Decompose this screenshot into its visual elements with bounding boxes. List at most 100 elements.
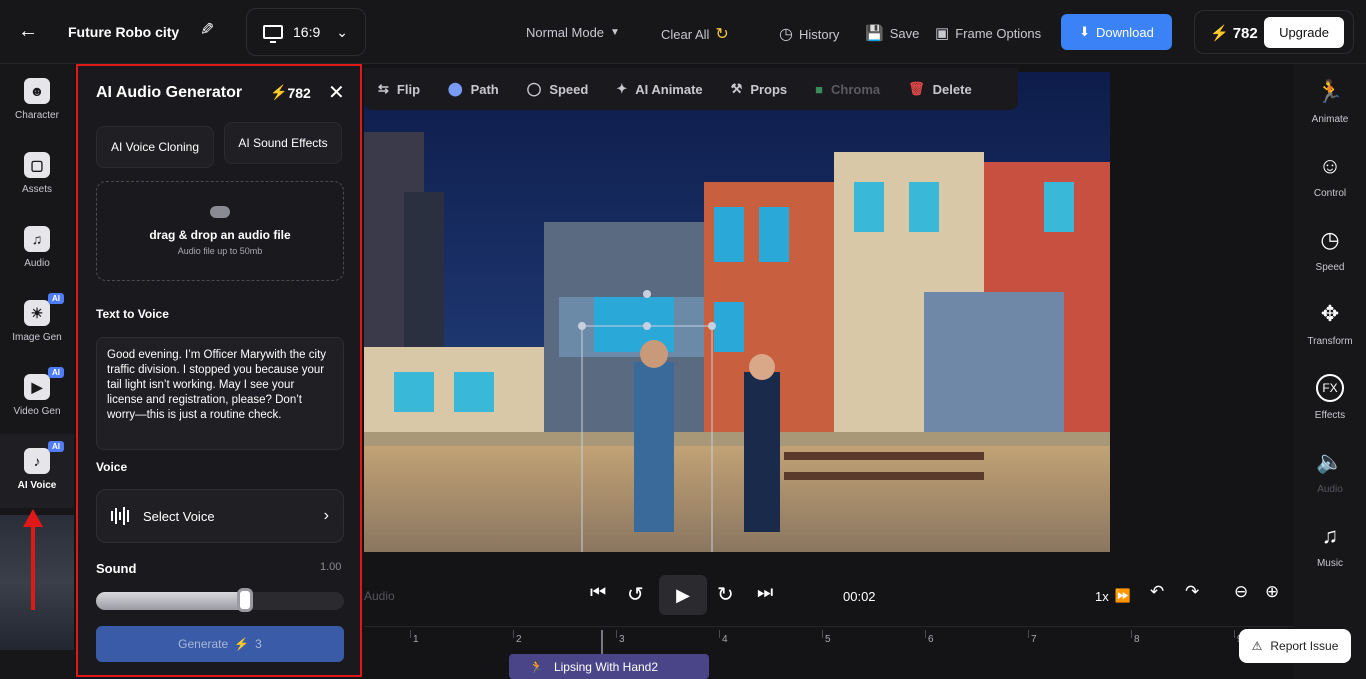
delete-button[interactable]: 🗑 Delete <box>894 68 986 110</box>
save-label: Save <box>889 25 920 41</box>
speed-value: 1x <box>1095 588 1109 604</box>
ai-animate-button[interactable]: ✦ AI Animate <box>602 68 716 110</box>
sound-value: 1.00 <box>320 561 342 573</box>
right-sidebar-label: Animate <box>1311 114 1349 125</box>
play-button[interactable]: ▶ <box>659 575 707 615</box>
chroma-icon: ■ <box>815 81 824 97</box>
history-icon: ◷ <box>779 26 793 43</box>
right-sidebar-label: Speed <box>1315 262 1345 273</box>
lightning-icon: ⚡ <box>234 637 250 651</box>
flip-label: Flip <box>396 81 421 97</box>
history-button[interactable]: ◷ History <box>779 24 839 44</box>
right-sidebar-label: Control <box>1313 188 1347 199</box>
close-icon[interactable]: ✕ <box>328 80 345 105</box>
running-figure-icon: 🏃 <box>1316 79 1344 104</box>
speed-button[interactable]: ◯ Speed <box>513 68 603 110</box>
credits-display: ⚡ 782 <box>1210 24 1258 43</box>
zoom-out-icon[interactable]: ⊖ <box>1234 582 1248 602</box>
upgrade-button[interactable]: Upgrade <box>1264 17 1344 48</box>
ai-badge: AI <box>48 367 64 378</box>
timeline-tick-mark <box>1234 630 1235 638</box>
right-sidebar-transform[interactable]: ✥ Transform <box>1294 300 1366 347</box>
clear-all-button[interactable]: Clear All ↻ <box>661 24 729 44</box>
sound-slider-track[interactable] <box>96 592 344 610</box>
ai-animate-icon: ✦ <box>616 81 628 96</box>
save-button[interactable]: 💾 Save <box>865 24 919 42</box>
undo-icon[interactable]: ↶ <box>1150 582 1164 602</box>
trash-icon: 🗑 <box>908 81 925 96</box>
right-sidebar-music[interactable]: ♫ Music <box>1294 522 1366 569</box>
time-display: 00:02 <box>843 589 876 604</box>
skip-end-icon[interactable]: ⏭ <box>757 582 773 603</box>
timeline-tick-mark <box>513 630 514 638</box>
download-button[interactable]: ⬇ Download <box>1061 14 1172 50</box>
edit-pencil-icon[interactable]: ✎ <box>200 20 214 40</box>
image-gen-icon: ☀ AI <box>24 293 64 326</box>
right-sidebar-label: Audio <box>1317 484 1343 495</box>
annotation-arrow-shaft <box>31 520 35 610</box>
sidebar-item-label: Assets <box>21 184 52 195</box>
tab-voice-cloning[interactable]: AI Voice Cloning <box>96 126 214 168</box>
audio-dropzone[interactable]: drag & drop an audio file Audio file up … <box>96 181 344 281</box>
path-button[interactable]: ⬤ Path <box>434 68 513 110</box>
playback-speed[interactable]: 1x ⏩ <box>1095 588 1131 604</box>
waveform-icon <box>111 507 129 525</box>
sidebar-item-audio[interactable]: ♫ Audio <box>0 212 74 286</box>
right-sidebar-label: Effects <box>1314 410 1346 421</box>
timeline-tick-mark <box>822 630 823 638</box>
select-voice-button[interactable]: Select Voice › <box>96 489 344 543</box>
timeline-tick-mark <box>925 630 926 638</box>
lightning-icon: ⚡ <box>1210 25 1229 42</box>
sound-slider-thumb[interactable] <box>236 588 253 612</box>
sound-label: Sound <box>96 561 137 576</box>
props-button[interactable]: ⚒ Props <box>717 68 802 110</box>
project-title[interactable]: Future Robo city <box>68 24 179 40</box>
sidebar-item-character[interactable]: ☻ Character <box>0 64 74 138</box>
chroma-button[interactable]: ■ Chroma <box>801 68 894 110</box>
tab-sound-effects[interactable]: AI Sound Effects <box>224 122 342 164</box>
redo-icon[interactable]: ↷ <box>1185 582 1199 602</box>
mode-dropdown[interactable]: Normal Mode ▼ <box>526 25 620 40</box>
alarm-icon: ⚠ <box>1251 639 1263 653</box>
report-issue-button[interactable]: ⚠ Report Issue <box>1239 629 1351 663</box>
right-sidebar-animate[interactable]: 🏃 Animate <box>1294 78 1366 125</box>
assets-icon: ▢ <box>24 152 50 178</box>
tts-label: Text to Voice <box>96 307 169 321</box>
right-sidebar-control[interactable]: ☺ Control <box>1294 152 1366 199</box>
annotation-arrow-head <box>23 509 43 527</box>
timeline-tick-label: 6 <box>928 634 934 645</box>
sidebar-item-ai-voice[interactable]: ♪ AI AI Voice <box>0 434 74 508</box>
tts-textarea[interactable]: Good evening. I’m Officer Marywith the c… <box>96 337 344 450</box>
play-icon: ▶ <box>676 584 690 605</box>
path-icon: ⬤ <box>448 81 463 96</box>
frame-options-button[interactable]: ▣ Frame Options <box>935 24 1041 42</box>
generate-button[interactable]: Generate ⚡ 3 <box>96 626 344 662</box>
forward-5-icon[interactable]: ↻ <box>717 582 734 607</box>
props-label: Props <box>750 81 788 97</box>
video-gen-icon: ▶ AI <box>24 367 64 400</box>
timeline-clip[interactable]: 🏃 Lipsing With Hand2 <box>509 654 709 679</box>
timeline-tick-label: 5 <box>825 634 831 645</box>
right-sidebar-speed[interactable]: ◷ Speed <box>1294 226 1366 273</box>
generate-cost: 3 <box>255 637 262 651</box>
refresh-icon: ↻ <box>715 26 729 43</box>
sidebar-item-label: Video Gen <box>13 406 61 417</box>
audio-track-label: Audio <box>364 589 395 603</box>
timeline-tick-label: 4 <box>722 634 728 645</box>
right-sidebar-label: Music <box>1316 558 1344 569</box>
zoom-in-icon[interactable]: ⊕ <box>1265 582 1279 602</box>
props-icon: ⚒ <box>730 81 743 96</box>
right-sidebar-audio[interactable]: 🔈 Audio <box>1294 448 1366 495</box>
sidebar-item-video-gen[interactable]: ▶ AI Video Gen <box>0 360 74 434</box>
sidebar-item-label: Audio <box>24 258 50 269</box>
sidebar-item-image-gen[interactable]: ☀ AI Image Gen <box>0 286 74 360</box>
flip-button[interactable]: ⇆ Flip <box>364 68 434 110</box>
skip-start-icon[interactable]: ⏮ <box>590 582 606 603</box>
aspect-ratio-dropdown[interactable]: 16:9 ⌄ <box>246 8 366 56</box>
scene-canvas[interactable] <box>364 72 1110 552</box>
back-arrow-icon[interactable]: ← <box>18 20 44 44</box>
sidebar-item-assets[interactable]: ▢ Assets <box>0 138 74 212</box>
timeline-tick-label: 8 <box>1134 634 1140 645</box>
rewind-5-icon[interactable]: ↺ <box>627 582 644 607</box>
right-sidebar-effects[interactable]: FX Effects <box>1294 374 1366 421</box>
